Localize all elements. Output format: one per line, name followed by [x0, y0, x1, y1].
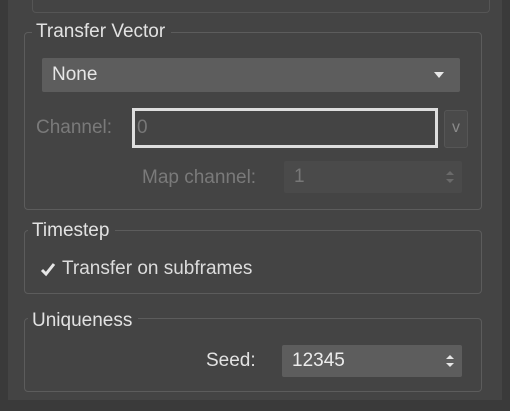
checkmark-icon [40, 263, 56, 277]
channel-v-button[interactable]: v [444, 110, 468, 148]
map-channel-value: 1 [294, 166, 305, 187]
seed-label: Seed: [206, 350, 256, 371]
seed-value: 12345 [292, 350, 345, 371]
transfer-on-subframes-checkbox[interactable]: Transfer on subframes [40, 258, 252, 280]
seed-spinner[interactable]: 12345 [282, 345, 462, 377]
map-channel-label: Map channel: [142, 167, 257, 188]
transfer-vector-dropdown[interactable]: None [42, 58, 460, 92]
map-channel-spinner[interactable]: 1 [284, 161, 462, 193]
channel-input[interactable] [132, 108, 438, 148]
uniqueness-title: Uniqueness [28, 310, 139, 332]
dropdown-value: None [52, 64, 98, 85]
spinner-arrows-icon [446, 355, 454, 367]
checkbox-label: Transfer on subframes [62, 258, 253, 279]
previous-group-border [32, 0, 490, 13]
chevron-down-icon [434, 72, 444, 78]
spinner-arrows-icon [446, 171, 454, 183]
transfer-vector-title: Transfer Vector [32, 21, 172, 43]
channel-label: Channel: [36, 117, 113, 138]
timestep-title: Timestep [28, 220, 116, 242]
